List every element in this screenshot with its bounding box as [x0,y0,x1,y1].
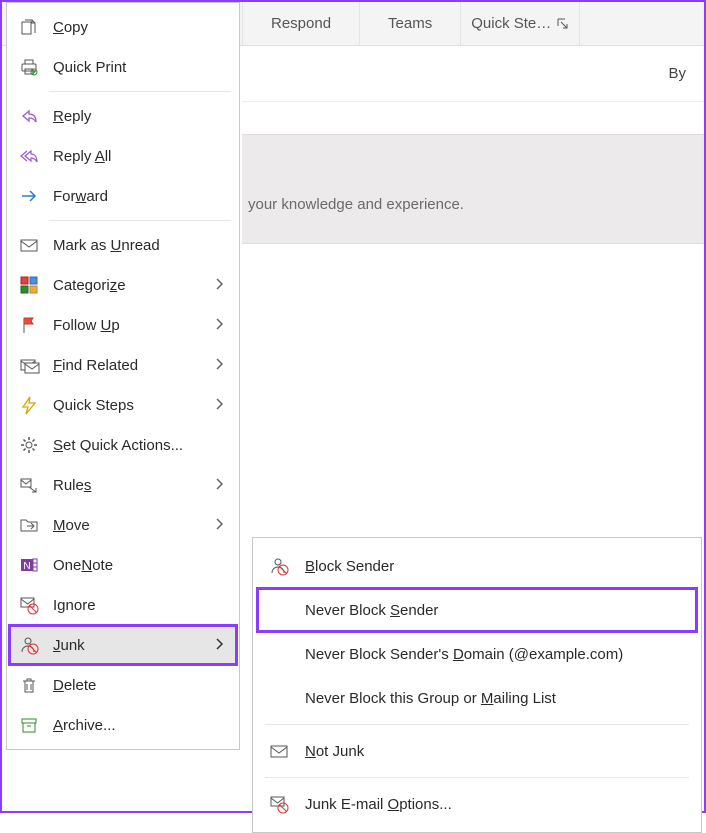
submenu-never-block-sender[interactable]: Never Block Sender [257,588,697,632]
submenu-label: Never Block this Group or Mailing List [305,690,556,707]
archive-icon [17,713,41,737]
ribbon-group-respond[interactable]: Respond [242,2,359,45]
menu-separator [49,220,231,221]
categorize-icon [17,273,41,297]
onenote-icon: N [17,553,41,577]
menu-label: Rules [53,477,215,494]
menu-label: Quick Print [53,59,227,76]
menu-separator [49,91,231,92]
submenu-block-sender[interactable]: Block Sender [257,544,697,588]
dialog-launcher-icon[interactable] [557,18,569,30]
menu-label: Reply [53,108,227,125]
menu-forward[interactable]: Forward [9,176,237,216]
menu-archive[interactable]: Archive... [9,705,237,745]
menu-delete[interactable]: Delete [9,665,237,705]
menu-reply-all[interactable]: Reply All [9,136,237,176]
menu-label: OneNote [53,557,227,574]
menu-find-related[interactable]: Find Related [9,345,237,385]
menu-label: Move [53,517,215,534]
menu-label: Archive... [53,717,227,734]
menu-ignore[interactable]: Ignore [9,585,237,625]
submenu-junk-options[interactable]: Junk E-mail Options... [257,782,697,826]
menu-junk[interactable]: Junk [9,625,237,665]
menu-move[interactable]: Move [9,505,237,545]
submenu-separator [265,777,689,778]
ribbon-group-label: Respond [271,15,331,32]
chevron-right-icon [215,277,227,294]
menu-label: Copy [53,19,227,36]
junk-submenu: Block Sender Never Block Sender Never Bl… [252,537,702,833]
chevron-right-icon [215,317,227,334]
menu-label: Delete [53,677,227,694]
svg-text:N: N [23,561,30,572]
ignore-icon [17,593,41,617]
menu-label: Junk [53,637,215,654]
banner-text: your knowledge and experience. [248,196,464,213]
menu-set-quick-actions[interactable]: Set Quick Actions... [9,425,237,465]
flag-icon [17,313,41,337]
chevron-right-icon [215,637,227,654]
submenu-never-block-group[interactable]: Never Block this Group or Mailing List [257,676,697,720]
chevron-right-icon [215,477,227,494]
menu-label: Find Related [53,357,215,374]
by-label[interactable]: By [668,65,686,82]
chevron-right-icon [215,357,227,374]
mail-icon [267,739,291,763]
chevron-right-icon [215,397,227,414]
junk-options-icon [267,792,291,816]
lightning-icon [17,393,41,417]
menu-follow-up[interactable]: Follow Up [9,305,237,345]
menu-categorize[interactable]: Categorize [9,265,237,305]
menu-reply[interactable]: Reply [9,96,237,136]
menu-label: Set Quick Actions... [53,437,227,454]
submenu-label: Junk E-mail Options... [305,796,452,813]
menu-label: Ignore [53,597,227,614]
menu-label: Categorize [53,277,215,294]
rules-icon [17,473,41,497]
menu-label: Mark as Unread [53,237,227,254]
menu-rules[interactable]: Rules [9,465,237,505]
forward-icon [17,184,41,208]
menu-copy[interactable]: Copy [9,7,237,47]
submenu-label: Not Junk [305,743,364,760]
quick-print-icon [17,55,41,79]
find-related-icon [17,353,41,377]
move-folder-icon [17,513,41,537]
ribbon-group-label: Quick Ste… [471,15,551,32]
copy-icon [17,15,41,39]
submenu-label: Never Block Sender's Domain (@example.co… [305,646,623,663]
submenu-never-block-domain[interactable]: Never Block Sender's Domain (@example.co… [257,632,697,676]
menu-label: Quick Steps [53,397,215,414]
submenu-label: Never Block Sender [305,602,438,619]
info-banner: your knowledge and experience. [242,134,704,244]
sort-by-row: By [242,46,704,102]
trash-icon [17,673,41,697]
ribbon-group-teams[interactable]: Teams [359,2,460,45]
context-menu: Copy Quick Print Reply Reply All Forward… [6,2,240,750]
submenu-separator [265,724,689,725]
menu-label: Follow Up [53,317,215,334]
ribbon-group-quicksteps[interactable]: Quick Ste… [460,2,580,45]
ribbon-group-label: Teams [388,15,432,32]
mail-icon [17,233,41,257]
submenu-not-junk[interactable]: Not Junk [257,729,697,773]
gear-icon [17,433,41,457]
menu-quick-print[interactable]: Quick Print [9,47,237,87]
reply-icon [17,104,41,128]
menu-mark-unread[interactable]: Mark as Unread [9,225,237,265]
junk-person-icon [17,633,41,657]
menu-label: Forward [53,188,227,205]
menu-onenote[interactable]: N OneNote [9,545,237,585]
chevron-right-icon [215,517,227,534]
menu-label: Reply All [53,148,227,165]
reply-all-icon [17,144,41,168]
block-sender-icon [267,554,291,578]
submenu-label: Block Sender [305,558,394,575]
menu-quick-steps[interactable]: Quick Steps [9,385,237,425]
